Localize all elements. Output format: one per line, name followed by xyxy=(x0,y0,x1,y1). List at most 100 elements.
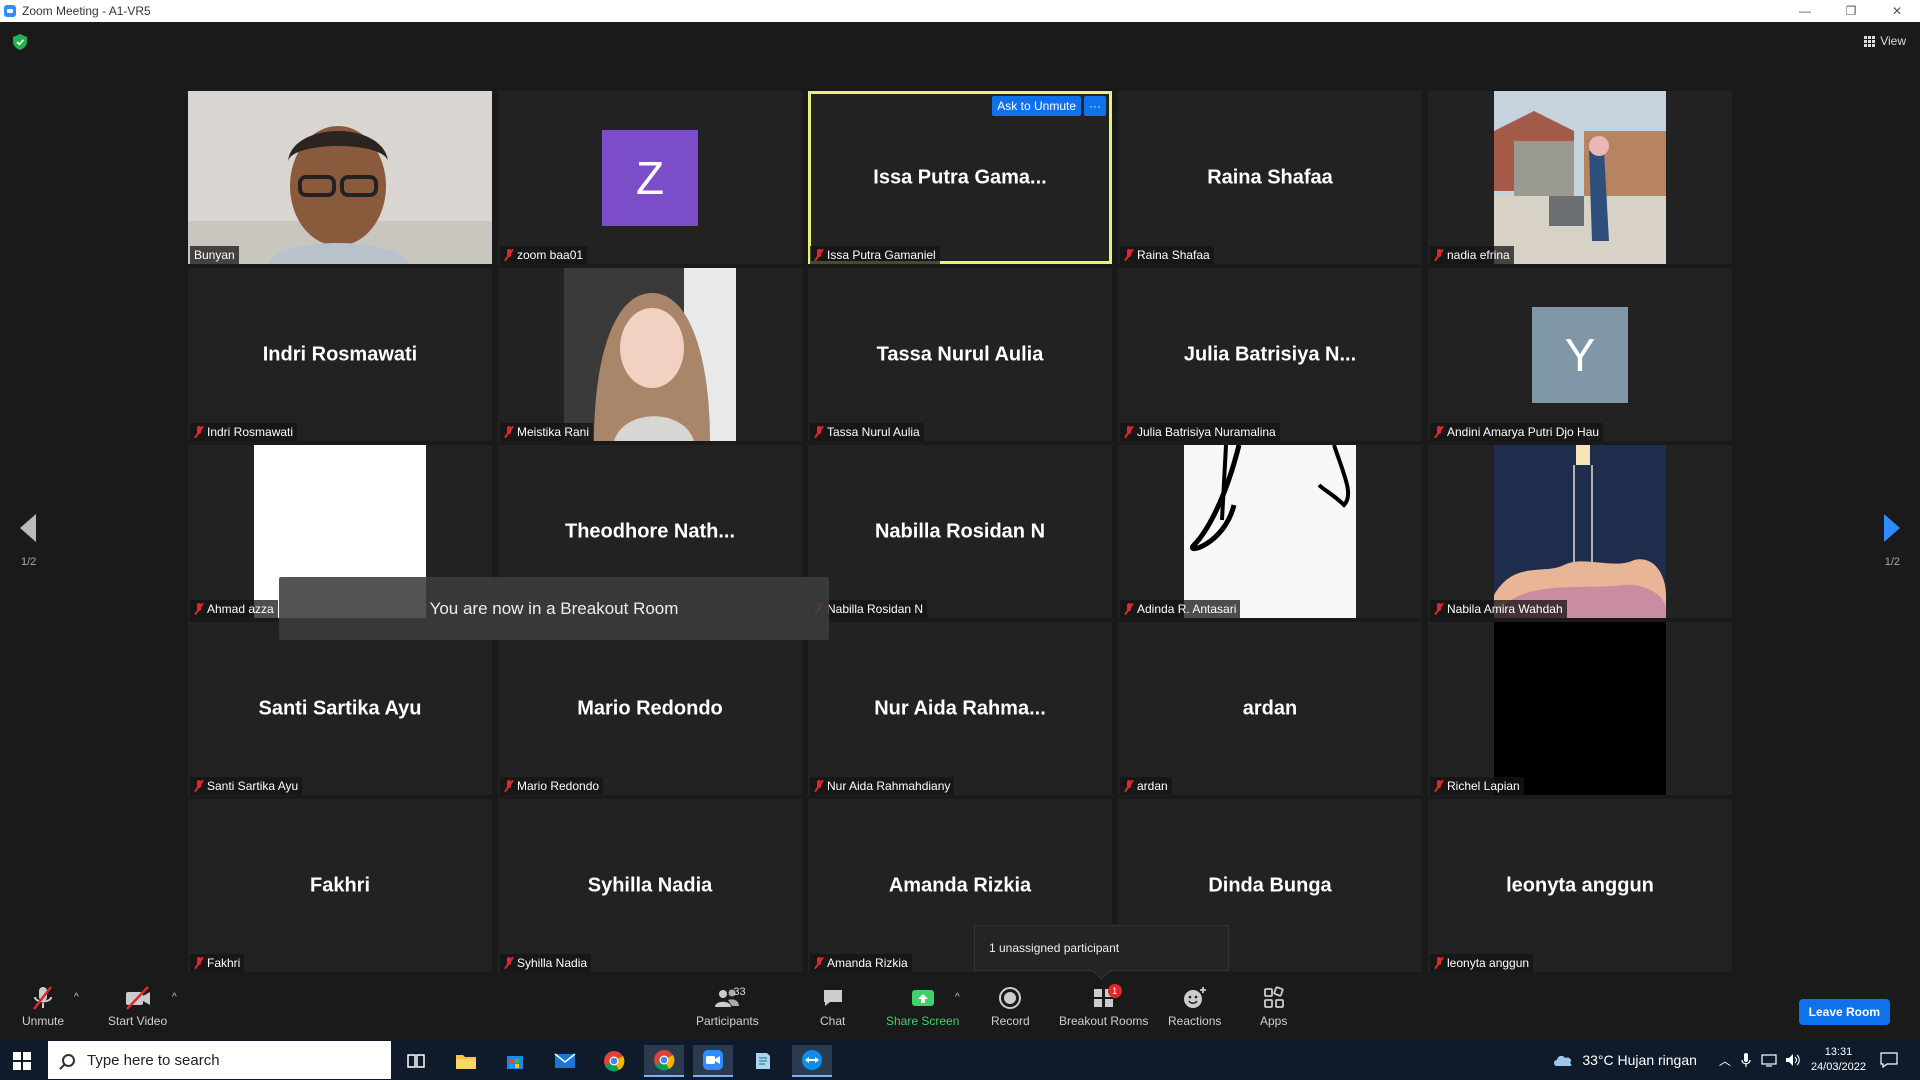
notepad-icon[interactable] xyxy=(743,1045,783,1077)
unmute-button[interactable]: Unmute xyxy=(22,984,64,1028)
tray-microphone-icon[interactable] xyxy=(1741,1052,1751,1068)
participant-tile-meistika-rani[interactable]: Meistika Rani xyxy=(498,268,802,441)
apps-button[interactable]: Apps xyxy=(1260,984,1287,1028)
participant-tile-santi-sartika-ayu[interactable]: Santi Sartika Ayu Santi Sartika Ayu xyxy=(188,622,492,795)
video-options-chevron-icon[interactable]: ^ xyxy=(172,992,177,1003)
search-icon xyxy=(62,1053,75,1067)
participant-name-label: Tassa Nurul Aulia xyxy=(810,423,924,441)
close-button[interactable]: ✕ xyxy=(1874,0,1920,22)
restore-button[interactable]: ❐ xyxy=(1828,0,1874,22)
participant-name-label: Fakhri xyxy=(190,954,245,972)
mic-muted-icon xyxy=(814,780,824,792)
chat-button[interactable]: Chat xyxy=(820,984,845,1028)
mic-muted-icon xyxy=(814,249,824,261)
file-explorer-icon[interactable] xyxy=(446,1045,486,1077)
participants-label: Participants xyxy=(696,1014,759,1028)
participant-name-label: Meistika Rani xyxy=(500,423,594,441)
apps-icon xyxy=(1262,984,1286,1012)
show-hidden-icons-chevron-icon[interactable]: ︿ xyxy=(1719,1052,1731,1069)
participant-tile-fakhri[interactable]: Fakhri Fakhri xyxy=(188,799,492,972)
participant-name: Ahmad azza xyxy=(207,602,274,616)
participant-name: leonyta anggun xyxy=(1447,956,1530,970)
taskbar-clock[interactable]: 13:31 24/03/2022 xyxy=(1811,1045,1866,1075)
mic-muted-icon xyxy=(194,957,204,969)
participant-name-label: Julia Batrisiya Nuramalina xyxy=(1120,423,1280,441)
share-screen-icon xyxy=(910,984,936,1012)
teamviewer-icon[interactable] xyxy=(792,1045,832,1077)
start-video-label: Start Video xyxy=(108,1014,168,1028)
participant-tile-nadia-efrina[interactable]: nadia efrina xyxy=(1428,91,1732,264)
network-icon[interactable] xyxy=(1761,1053,1777,1067)
share-options-chevron-icon[interactable]: ^ xyxy=(955,992,960,1003)
participant-tile-zoom-baa01[interactable]: Zzoom baa01 xyxy=(498,91,802,264)
participant-tile-julia-batrisiya-nuramalina[interactable]: Julia Batrisiya N... Julia Batrisiya Nura… xyxy=(1118,268,1422,441)
reactions-label: Reactions xyxy=(1168,1014,1222,1028)
participant-tile-raina-shafaa[interactable]: Raina Shafaa Raina Shafaa xyxy=(1118,91,1422,264)
weather-text[interactable]: 33°C Hujan ringan xyxy=(1582,1052,1697,1068)
mic-muted-icon xyxy=(194,780,204,792)
mail-icon[interactable] xyxy=(545,1045,585,1077)
participant-video xyxy=(1494,622,1666,795)
participant-tile-ardan[interactable]: ardan ardan xyxy=(1118,622,1422,795)
mic-muted-icon xyxy=(504,426,514,438)
participant-tile-andini-amarya-putri-djo-hau[interactable]: Y Andini Amarya Putri Djo Hau xyxy=(1428,268,1732,441)
volume-icon[interactable] xyxy=(1785,1053,1801,1067)
participant-display-name: Nur Aida Rahma... xyxy=(874,697,1046,719)
previous-page-arrow-icon[interactable] xyxy=(20,514,36,542)
participant-tile-leonyta-anggun[interactable]: leonyta anggun leonyta anggun xyxy=(1428,799,1732,972)
participants-button[interactable]: 33 Participants xyxy=(696,984,759,1028)
breakout-rooms-button[interactable]: 1 Breakout Rooms xyxy=(1059,984,1148,1028)
participant-name-label: Raina Shafaa xyxy=(1120,246,1214,264)
next-page-arrow-icon[interactable] xyxy=(1884,514,1900,542)
participant-tile-nabilla-rosidan-n[interactable]: Nabilla Rosidan N Nabilla Rosidan N xyxy=(808,445,1112,618)
record-button[interactable]: Record xyxy=(991,984,1030,1028)
chrome-icon[interactable] xyxy=(594,1045,634,1077)
task-view-icon[interactable] xyxy=(396,1045,436,1077)
participant-gallery: Bunyan Zzoom baa01 Issa Putra Gama... Ask t… xyxy=(188,91,1733,974)
participant-name: nadia efrina xyxy=(1447,248,1510,262)
notifications-icon[interactable] xyxy=(1880,1052,1898,1068)
view-button[interactable]: View xyxy=(1864,34,1906,48)
participant-tile-syhilla-nadia[interactable]: Syhilla Nadia Syhilla Nadia xyxy=(498,799,802,972)
participant-name: Adinda R. Antasari xyxy=(1137,602,1237,616)
participant-tile-tassa-nurul-aulia[interactable]: Tassa Nurul Aulia Tassa Nurul Aulia xyxy=(808,268,1112,441)
windows-start-icon[interactable] xyxy=(13,1052,31,1070)
system-tray: 33°C Hujan ringan ︿ 13:31 24/03/2022 xyxy=(1552,1040,1920,1080)
participant-tile-richel-lapian[interactable]: Richel Lapian xyxy=(1428,622,1732,795)
participant-tile-nabila-amira-wahdah[interactable]: Nabila Amira Wahdah xyxy=(1428,445,1732,618)
participant-tile-bunyan[interactable]: Bunyan xyxy=(188,91,492,264)
mic-muted-icon xyxy=(504,957,514,969)
reactions-button[interactable]: Reactions xyxy=(1168,984,1221,1028)
more-options-button[interactable]: ··· xyxy=(1084,96,1106,116)
participant-name-label: ardan xyxy=(1120,777,1172,795)
participant-name-label: nadia efrina xyxy=(1430,246,1514,264)
apps-label: Apps xyxy=(1260,1014,1288,1028)
participant-name: Santi Sartika Ayu xyxy=(207,779,299,793)
breakout-badge: 1 xyxy=(1107,984,1122,998)
minimize-button[interactable]: — xyxy=(1782,0,1828,22)
clock-time: 13:31 xyxy=(1824,1046,1853,1058)
microsoft-store-icon[interactable] xyxy=(495,1045,535,1077)
audio-options-chevron-icon[interactable]: ^ xyxy=(74,992,79,1003)
participant-name-label: leonyta anggun xyxy=(1430,954,1534,972)
participant-display-name: Issa Putra Gama... xyxy=(873,166,1047,188)
participant-tile-nur-aida-rahmahdiany[interactable]: Nur Aida Rahma... Nur Aida Rahmahdiany xyxy=(808,622,1112,795)
participant-name-label: Adinda R. Antasari xyxy=(1120,600,1241,618)
participant-tile-indri-rosmawati[interactable]: Indri Rosmawati Indri Rosmawati xyxy=(188,268,492,441)
participant-name-label: Mario Redondo xyxy=(500,777,604,795)
taskbar-search-box[interactable]: Type here to search xyxy=(48,1041,391,1079)
ask-to-unmute-button[interactable]: Ask to Unmute xyxy=(992,96,1081,116)
share-screen-button[interactable]: Share Screen xyxy=(886,984,959,1028)
zoom-taskbar-icon[interactable] xyxy=(693,1045,733,1077)
leave-room-button[interactable]: Leave Room xyxy=(1798,999,1890,1025)
participant-tile-mario-redondo[interactable]: Mario Redondo Mario Redondo xyxy=(498,622,802,795)
participant-tile-issa-putra-gamaniel[interactable]: Issa Putra Gama... Ask to Unmute ··· Issa P… xyxy=(808,91,1112,264)
start-video-button[interactable]: Start Video xyxy=(108,984,167,1028)
security-shield-icon[interactable] xyxy=(13,34,27,50)
participant-tile-adinda-r-antasari[interactable]: Adinda R. Antasari xyxy=(1118,445,1422,618)
chrome-profile-icon[interactable] xyxy=(644,1045,684,1077)
mic-muted-icon xyxy=(504,780,514,792)
participant-name-label: Ahmad azza xyxy=(190,600,278,618)
meeting-toolbar: Unmute ^ Start Video ^ 33 Participants C… xyxy=(0,980,1920,1040)
unassigned-participant-tooltip: 1 unassigned participant xyxy=(974,925,1229,971)
